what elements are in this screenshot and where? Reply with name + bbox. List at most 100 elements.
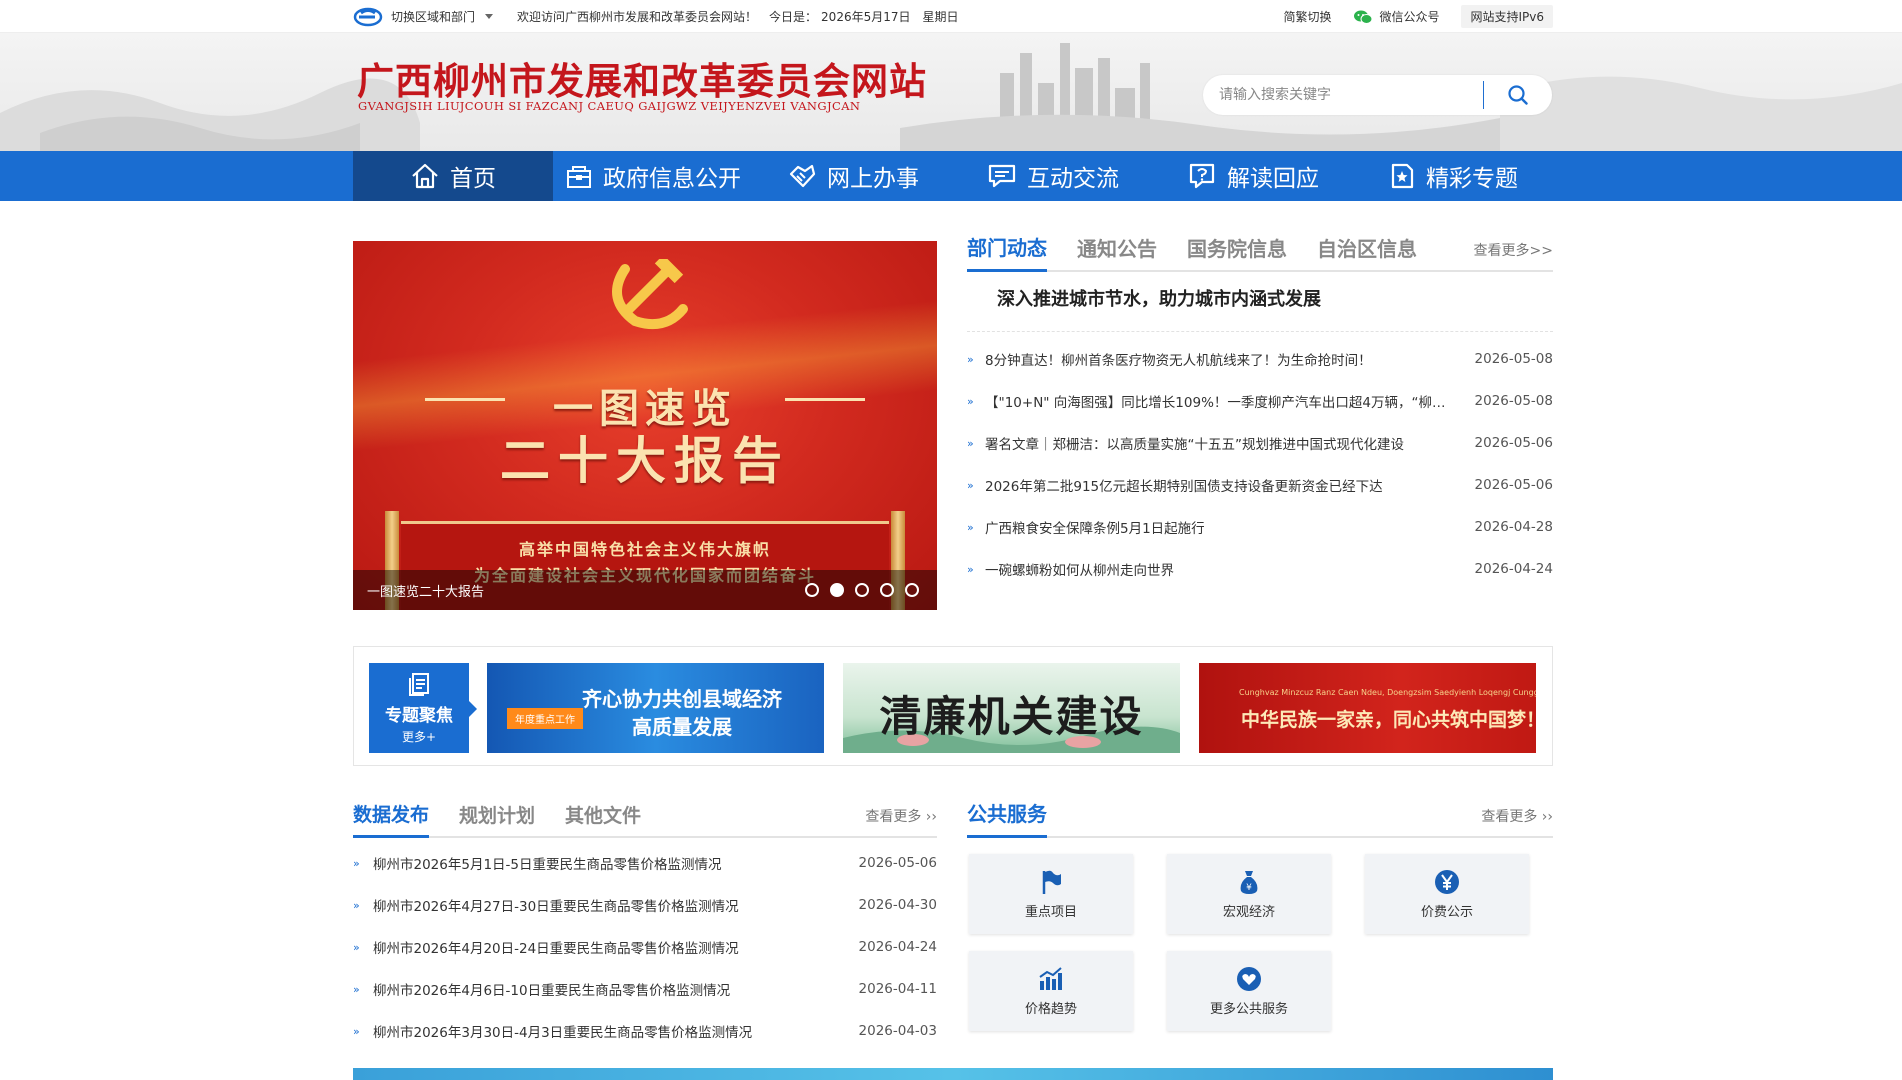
news-date: 2026-04-28 (1474, 519, 1553, 535)
data-more-link[interactable]: 查看更多 ›› (865, 806, 937, 826)
data-list: » 柳州市2026年5月1日-5日重要民生商品零售价格监测情况 2026-05-06… (353, 842, 937, 1052)
carousel-dot-4[interactable] (880, 583, 894, 597)
news-date: 2026-05-08 (1474, 351, 1553, 367)
special-focus-title: 专题聚焦 (385, 706, 453, 726)
tab-notices[interactable]: 通知公告 (1077, 233, 1157, 270)
service-more-services[interactable]: 更多公共服务 (1167, 951, 1331, 1031)
nav-item-interpretation[interactable]: 解读回应 (1153, 151, 1353, 201)
nav-label-online-service: 网上办事 (827, 166, 919, 192)
nav-item-online-service[interactable]: 网上办事 (753, 151, 953, 201)
banner-county-economy[interactable]: 年度重点工作 齐心协力共创县域经济 高质量发展 (487, 663, 824, 753)
carousel-caption[interactable]: 一图速览二十大报告 (353, 581, 794, 600)
service-label: 重点项目 (1024, 904, 1077, 920)
data-date: 2026-04-24 (858, 939, 937, 955)
carousel-slogan-1: 高举中国特色社会主义伟大旗帜 (518, 540, 771, 559)
tab-plans[interactable]: 规划计划 (459, 801, 535, 836)
special-focus-label[interactable]: 专题聚焦 更多+ (369, 663, 477, 753)
list-item[interactable]: » 柳州市2026年4月27日-30日重要民生商品零售价格监测情况 2026-04-… (353, 884, 937, 926)
nav-label-gov-info: 政府信息公开 (603, 166, 741, 192)
service-macro-economy[interactable]: ¥ 宏观经济 (1167, 854, 1331, 934)
data-release-panel: 数据发布 规划计划 其他文件 查看更多 ›› » 柳州市2026年5月1日-5日重… (353, 796, 937, 1052)
banner-clean-government[interactable]: 清廉机关建设 (843, 663, 1180, 753)
news-more-link[interactable]: 查看更多>> (1474, 240, 1553, 260)
service-key-projects[interactable]: 重点项目 (969, 854, 1133, 934)
banner-title: 清廉机关建设 (879, 692, 1144, 741)
list-item[interactable]: » 柳州市2026年3月30日-4月3日重要民生商品零售价格监测情况 2026-04… (353, 1010, 937, 1052)
bullet-arrow-icon: » (967, 352, 974, 366)
hero-carousel[interactable]: 一图速览 二十大报告 高举中国特色社会主义伟大旗帜 为全面建设社会主义现代化国家… (353, 241, 937, 610)
carousel-dots (794, 583, 919, 597)
topic-icon (1391, 163, 1414, 189)
data-title: 柳州市2026年5月1日-5日重要民生商品零售价格监测情况 (373, 857, 722, 873)
data-title: 柳州市2026年4月6日-10日重要民生商品零售价格监测情况 (373, 983, 731, 999)
news-date: 2026-05-06 (1474, 477, 1553, 493)
service-label: 价费公示 (1420, 904, 1473, 920)
wechat-link[interactable]: 微信公众号 (1353, 8, 1439, 25)
news-date: 2026-04-24 (1474, 561, 1553, 577)
public-service-panel: 公共服务 查看更多 ›› 重点项目 ¥ 宏观经济 价费公示 价格趋势 更多公共服… (967, 796, 1553, 1031)
list-item[interactable]: » 广西粮食安全保障条例5月1日起施行 2026-04-28 (967, 506, 1553, 548)
service-label: 更多公共服务 (1209, 1001, 1288, 1017)
list-item[interactable]: » 柳州市2026年4月20日-24日重要民生商品零售价格监测情况 2026-04-… (353, 926, 937, 968)
nav-item-topics[interactable]: 精彩专题 (1353, 151, 1553, 201)
region-switcher-label: 切换区域和部门 (391, 10, 476, 24)
money-bag-icon: ¥ (1240, 870, 1258, 894)
banner-zhuang-text: Cunghvaz Minzcuz Ranz Caen Ndeu, Doengzs… (1239, 688, 1536, 697)
list-item[interactable]: » 柳州市2026年4月6日-10日重要民生商品零售价格监测情况 2026-04-1… (353, 968, 937, 1010)
bullet-arrow-icon: » (353, 982, 360, 996)
bottom-banner-strip[interactable] (353, 1068, 1553, 1080)
service-price-trend[interactable]: 价格趋势 (969, 951, 1133, 1031)
wechat-icon (1354, 10, 1373, 24)
banner-tag: 年度重点工作 (507, 708, 583, 729)
bullet-arrow-icon: » (353, 898, 360, 912)
list-item[interactable]: » 署名文章｜郑栅洁：以高质量实施“十五五”规划推进中国式现代化建设 2026-05… (967, 422, 1553, 464)
banner-national-unity[interactable]: Cunghvaz Minzcuz Ranz Caen Ndeu, Doengzs… (1199, 663, 1536, 753)
tab-region-info[interactable]: 自治区信息 (1317, 233, 1417, 270)
service-label: 价格趋势 (1024, 1001, 1077, 1017)
carousel-dot-5[interactable] (905, 583, 919, 597)
bullet-arrow-icon: » (967, 562, 974, 576)
today-label: 今日是： (769, 10, 818, 24)
list-item[interactable]: » 柳州市2026年5月1日-5日重要民生商品零售价格监测情况 2026-05-06 (353, 842, 937, 884)
list-item[interactable]: » 8分钟直达！柳州首条医疗物资无人机航线来了！为生命抢时间！ 2026-05-08 (967, 338, 1553, 380)
region-switcher[interactable]: 切换区域和部门 (391, 8, 494, 25)
bar-chart-icon (1039, 966, 1062, 990)
home-icon (412, 163, 438, 189)
news-headline[interactable]: 深入推进城市节水，助力城市内涵式发展 (967, 272, 1553, 332)
carousel-dot-1[interactable] (805, 583, 819, 597)
tab-state-council[interactable]: 国务院信息 (1187, 233, 1287, 270)
search-button[interactable] (1484, 75, 1552, 115)
list-item[interactable]: » 一碗螺蛳粉如何从柳州走向世界 2026-04-24 (967, 548, 1553, 590)
carousel-caption-bar: 一图速览二十大报告 (353, 570, 937, 610)
tab-other-files[interactable]: 其他文件 (565, 801, 641, 836)
nav-item-gov-info[interactable]: 政府信息公开 (553, 151, 753, 201)
bullet-arrow-icon: » (353, 940, 360, 954)
data-date: 2026-05-06 (858, 855, 937, 871)
tab-dept-news[interactable]: 部门动态 (967, 232, 1047, 272)
special-focus-strip: 专题聚焦 更多+ 年度重点工作 齐心协力共创县域经济 高质量发展 清廉机关建设 … (353, 646, 1553, 766)
flag-icon (1042, 870, 1061, 894)
site-header: 广西柳州市发展和改革委员会网站 GVANGJSIH LIUJCOUH SI FA… (0, 33, 1902, 151)
nav-item-home[interactable]: 首页 (353, 151, 553, 201)
main-nav: 首页 政府信息公开 网上办事 互动交流 解读回应 精彩专题 (0, 151, 1902, 201)
simp-trad-switch[interactable]: 简繁切换 (1283, 8, 1331, 25)
chat-icon (988, 164, 1016, 188)
list-item[interactable]: » 2026年第二批915亿元超长期特别国债支持设备更新资金已经下达 2026-05… (967, 464, 1553, 506)
news-title: 2026年第二批915亿元超长期特别国债支持设备更新资金已经下达 (985, 479, 1383, 495)
service-tabs: 公共服务 查看更多 ›› (967, 796, 1553, 838)
carousel-dot-3[interactable] (855, 583, 869, 597)
tab-data-release[interactable]: 数据发布 (353, 800, 430, 838)
special-focus-more[interactable]: 更多+ (402, 728, 436, 745)
data-title: 柳州市2026年4月20日-24日重要民生商品零售价格监测情况 (373, 941, 739, 957)
list-item[interactable]: » 【"10+N" 向海图强】同比增长109%！一季度柳产汽车出口超4万辆，“柳州… (967, 380, 1553, 422)
answer-icon (1189, 163, 1215, 189)
search-input[interactable] (1203, 75, 1473, 115)
service-price-disclosure[interactable]: 价费公示 (1365, 854, 1529, 934)
banner-line-2: 高质量发展 (632, 715, 732, 739)
carousel-dot-2[interactable] (830, 583, 844, 597)
service-more-link[interactable]: 查看更多 ›› (1481, 806, 1553, 826)
nav-item-interaction[interactable]: 互动交流 (953, 151, 1153, 201)
news-date: 2026-05-08 (1474, 393, 1553, 409)
news-panel: 部门动态 通知公告 国务院信息 自治区信息 查看更多>> 深入推进城市节水，助力… (967, 232, 1553, 590)
tab-public-service[interactable]: 公共服务 (967, 798, 1047, 838)
